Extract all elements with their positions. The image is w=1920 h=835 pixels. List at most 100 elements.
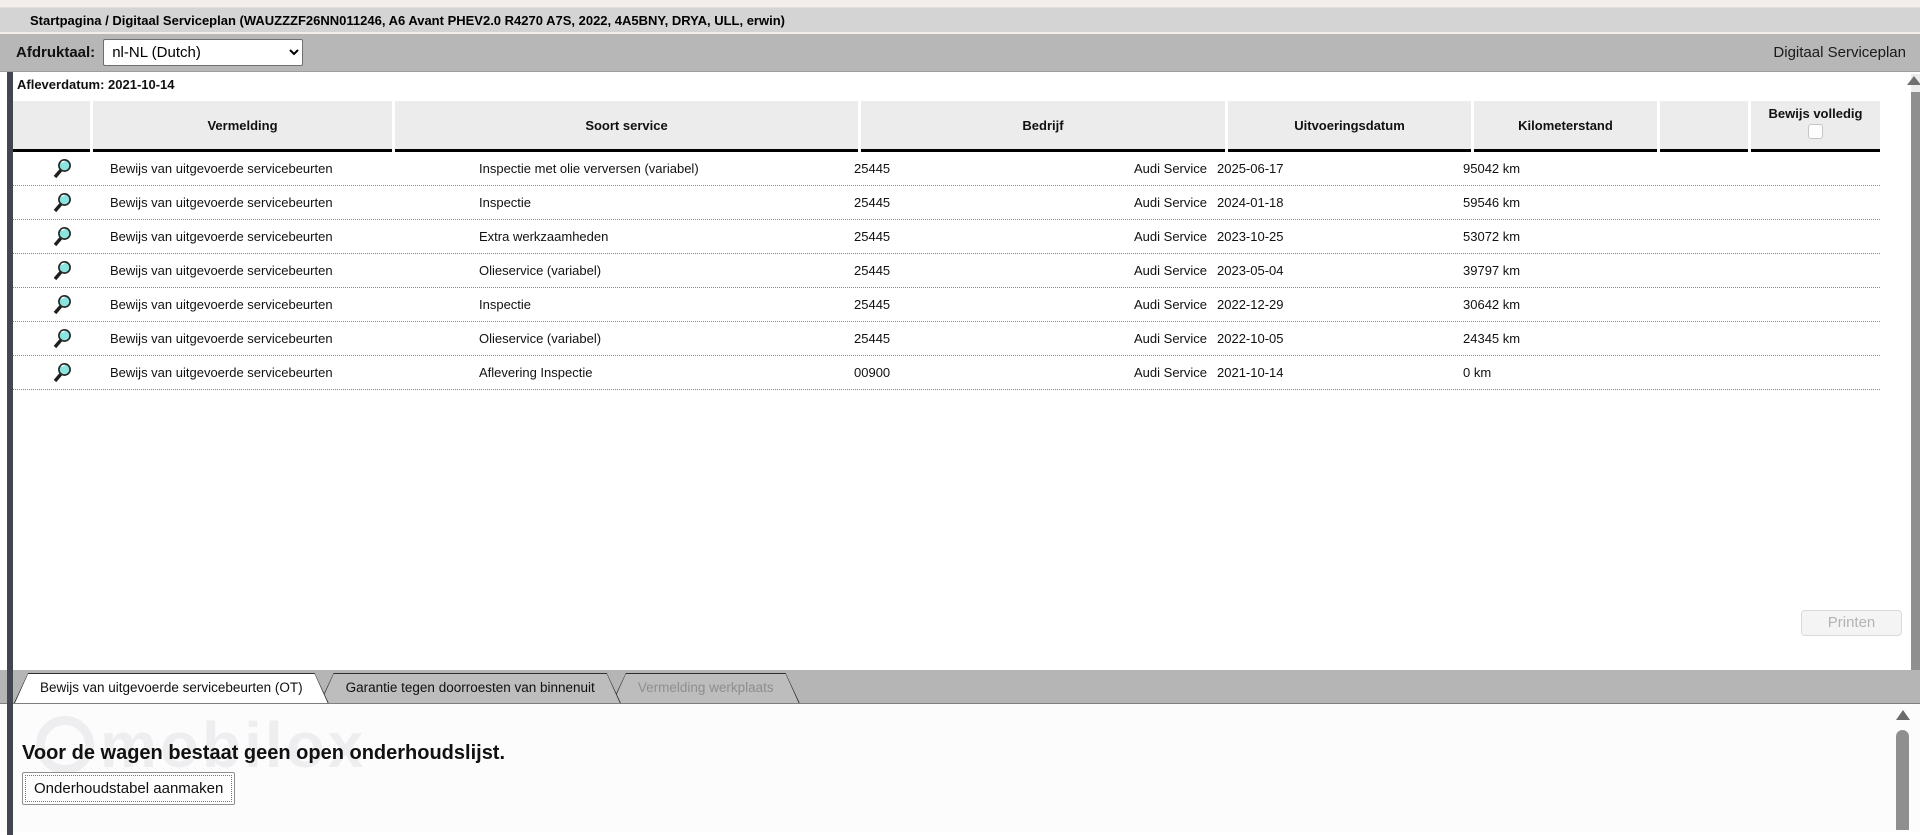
cell-soort-service: Extra werkzaamheden [389,220,852,253]
scroll-up-icon[interactable] [1896,710,1910,720]
cell-bewijs-volledig [1730,356,1880,389]
scrollbar-thumb[interactable] [1896,730,1909,830]
tab-bar: Bewijs van uitgevoerde servicebeurten (O… [0,670,1920,704]
table-scrollbar[interactable] [1911,74,1920,670]
cell-uitvoeringsdatum: 2023-05-04 [1216,254,1459,287]
bedrijf-nummer: 25445 [854,229,890,244]
table-body: Bewijs van uitgevoerde servicebeurten In… [12,152,1880,390]
tab-vermelding-werkplaats: Vermelding werkplaats [612,673,800,703]
row-detail-cell [12,322,90,355]
table-row: Bewijs van uitgevoerde servicebeurten Ol… [12,322,1880,356]
tab-label: Vermelding werkplaats [612,673,800,703]
create-maintenance-table-button[interactable]: Onderhoudstabel aanmaken [22,772,235,805]
row-detail-cell [12,356,90,389]
header-icon-column [12,101,90,152]
left-frame-border [7,72,13,835]
maintenance-pane: mobilox Voor de wagen bestaat geen open … [0,704,1920,832]
bedrijf-naam: Audi Service [1134,195,1207,210]
table-row: Bewijs van uitgevoerde servicebeurten Ex… [12,220,1880,254]
delivery-date-label: Afleverdatum: 2021-10-14 [17,77,175,92]
tab-label: Garantie tegen doorroesten van binnenuit [320,673,621,703]
magnifier-icon[interactable] [52,158,72,180]
magnifier-icon[interactable] [52,192,72,214]
cell-bewijs-volledig [1730,322,1880,355]
cell-soort-service: Aflevering Inspectie [389,356,852,389]
magnifier-icon[interactable] [52,260,72,282]
toolbar: Afdruktaal: nl-NL (Dutch) Digitaal Servi… [0,34,1920,72]
cell-empty [1642,152,1730,185]
service-table: Vermelding Soort service Bedrijf Uitvoer… [12,101,1880,390]
header-bewijs-volledig: Bewijs volledig [1751,101,1880,152]
row-detail-cell [12,220,90,253]
cell-bedrijf: 25445 Audi Service [852,186,1216,219]
tab-bewijs-servicebeurten[interactable]: Bewijs van uitgevoerde servicebeurten (O… [14,673,329,703]
cell-bedrijf: 25445 Audi Service [852,220,1216,253]
bedrijf-naam: Audi Service [1134,263,1207,278]
header-uitvoeringsdatum: Uitvoeringsdatum [1228,101,1471,152]
row-detail-cell [12,254,90,287]
cell-empty [1642,220,1730,253]
cell-vermelding: Bewijs van uitgevoerde servicebeurten [90,322,389,355]
cell-uitvoeringsdatum: 2022-12-29 [1216,288,1459,321]
bedrijf-nummer: 25445 [854,297,890,312]
cell-bedrijf: 25445 Audi Service [852,254,1216,287]
header-kilometerstand: Kilometerstand [1474,101,1657,152]
cell-empty [1642,288,1730,321]
cell-vermelding: Bewijs van uitgevoerde servicebeurten [90,254,389,287]
bedrijf-nummer: 25445 [854,263,890,278]
cell-vermelding: Bewijs van uitgevoerde servicebeurten [90,152,389,185]
bedrijf-naam: Audi Service [1134,161,1207,176]
header-bedrijf: Bedrijf [861,101,1225,152]
app-title: Digitaal Serviceplan [1773,44,1906,61]
row-detail-cell [12,186,90,219]
magnifier-icon[interactable] [52,362,72,384]
cell-vermelding: Bewijs van uitgevoerde servicebeurten [90,186,389,219]
scroll-up-icon[interactable] [1907,76,1920,85]
header-empty-column [1660,101,1748,152]
print-language-label: Afdruktaal: [16,44,95,61]
cell-vermelding: Bewijs van uitgevoerde servicebeurten [90,220,389,253]
bedrijf-naam: Audi Service [1134,365,1207,380]
cell-bedrijf: 00900 Audi Service [852,356,1216,389]
header-vermelding: Vermelding [93,101,392,152]
cell-bewijs-volledig [1730,186,1880,219]
scrollbar-thumb[interactable] [1911,92,1920,670]
bedrijf-naam: Audi Service [1134,297,1207,312]
print-language-select[interactable]: nl-NL (Dutch) [103,39,303,66]
cell-kilometerstand: 59546 km [1459,186,1642,219]
cell-kilometerstand: 24345 km [1459,322,1642,355]
table-row: Bewijs van uitgevoerde servicebeurten Ol… [12,254,1880,288]
magnifier-icon[interactable] [52,328,72,350]
cell-uitvoeringsdatum: 2024-01-18 [1216,186,1459,219]
cell-bewijs-volledig [1730,152,1880,185]
magnifier-icon[interactable] [52,226,72,248]
magnifier-icon[interactable] [52,294,72,316]
bewijs-volledig-checkbox[interactable] [1808,124,1823,139]
cell-empty [1642,254,1730,287]
cell-vermelding: Bewijs van uitgevoerde servicebeurten [90,288,389,321]
bedrijf-nummer: 25445 [854,195,890,210]
bedrijf-naam: Audi Service [1134,229,1207,244]
cell-kilometerstand: 53072 km [1459,220,1642,253]
cell-bedrijf: 25445 Audi Service [852,288,1216,321]
cell-soort-service: Inspectie [389,186,852,219]
cell-soort-service: Olieservice (variabel) [389,322,852,355]
service-records-pane: Afleverdatum: 2021-10-14 Vermelding Soor… [0,72,1920,670]
bedrijf-naam: Audi Service [1134,331,1207,346]
cell-bewijs-volledig [1730,288,1880,321]
cell-empty [1642,356,1730,389]
cell-vermelding: Bewijs van uitgevoerde servicebeurten [90,356,389,389]
cell-bedrijf: 25445 Audi Service [852,152,1216,185]
cell-uitvoeringsdatum: 2022-10-05 [1216,322,1459,355]
tab-garantie-doorroesten[interactable]: Garantie tegen doorroesten van binnenuit [320,673,621,703]
cell-soort-service: Inspectie met olie verversen (variabel) [389,152,852,185]
no-open-list-message: Voor de wagen bestaat geen open onderhou… [22,742,505,765]
bottom-scrollbar[interactable] [1894,708,1911,830]
header-bewijs-volledig-label: Bewijs volledig [1769,106,1863,121]
cell-bewijs-volledig [1730,254,1880,287]
cell-kilometerstand: 95042 km [1459,152,1642,185]
breadcrumb-bar: Startpagina / Digitaal Serviceplan (WAUZ… [0,8,1920,34]
print-button[interactable]: Printen [1801,610,1902,636]
cell-kilometerstand: 0 km [1459,356,1642,389]
table-row: Bewijs van uitgevoerde servicebeurten In… [12,186,1880,220]
